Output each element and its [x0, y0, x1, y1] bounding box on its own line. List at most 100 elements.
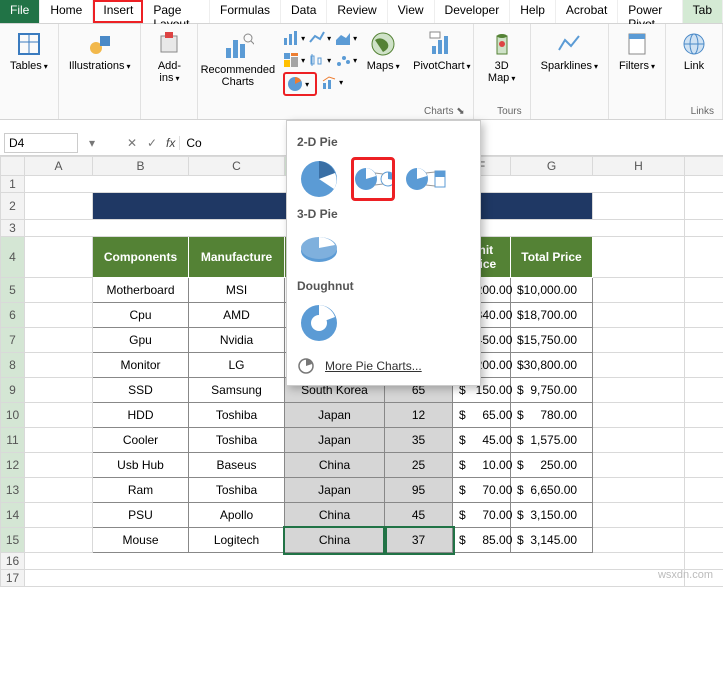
cell[interactable]: Japan: [285, 403, 385, 428]
row-header[interactable]: 8: [1, 353, 25, 378]
cell[interactable]: Usb Hub: [93, 453, 189, 478]
row-header[interactable]: 15: [1, 528, 25, 553]
tab-pagelayout[interactable]: Page Layout: [143, 0, 210, 23]
cell[interactable]: [593, 503, 685, 528]
cell[interactable]: [593, 378, 685, 403]
cell[interactable]: $ 1,575.00: [511, 428, 593, 453]
more-pie-charts[interactable]: More Pie Charts...: [297, 357, 470, 375]
cell[interactable]: [25, 478, 93, 503]
cell[interactable]: $ 65.00: [453, 403, 511, 428]
cell[interactable]: [25, 428, 93, 453]
cell[interactable]: Apollo: [189, 503, 285, 528]
row-header[interactable]: 12: [1, 453, 25, 478]
row-header[interactable]: 9: [1, 378, 25, 403]
filters-button[interactable]: Filters: [615, 28, 659, 74]
enter-icon[interactable]: ✓: [142, 136, 162, 150]
cell[interactable]: Toshiba: [189, 403, 285, 428]
cell[interactable]: $ 3,150.00: [511, 503, 593, 528]
tables-button[interactable]: Tables: [6, 28, 52, 74]
cell[interactable]: $ 3,145.00: [511, 528, 593, 553]
stat-chart-button[interactable]: [309, 50, 331, 70]
cell[interactable]: Ram: [93, 478, 189, 503]
cell[interactable]: $ 70.00: [453, 503, 511, 528]
cell[interactable]: [25, 328, 93, 353]
cell[interactable]: [593, 403, 685, 428]
links-button[interactable]: Link: [672, 28, 716, 74]
recommended-charts-button[interactable]: Recommended Charts: [197, 28, 280, 90]
pivotchart-button[interactable]: PivotChart: [409, 28, 474, 74]
addins-button[interactable]: Add- ins: [147, 28, 191, 86]
cell[interactable]: [25, 278, 93, 303]
cell[interactable]: [25, 353, 93, 378]
cell[interactable]: Japan: [285, 428, 385, 453]
fx-icon[interactable]: fx: [166, 136, 175, 150]
combo-chart-button[interactable]: [321, 72, 343, 92]
cell[interactable]: Manufacture: [189, 237, 285, 278]
tab-home[interactable]: Home: [40, 0, 93, 23]
cell[interactable]: Total Price: [511, 237, 593, 278]
cell[interactable]: Monitor: [93, 353, 189, 378]
maps-button[interactable]: Maps: [361, 28, 405, 74]
tab-data[interactable]: Data: [281, 0, 327, 23]
cell[interactable]: Nvidia: [189, 328, 285, 353]
namebox-dropdown-icon[interactable]: ▾: [82, 136, 102, 150]
col-header-H[interactable]: H: [593, 157, 685, 176]
cell[interactable]: [25, 553, 685, 570]
cell[interactable]: [593, 453, 685, 478]
cell[interactable]: [593, 237, 685, 278]
line-chart-button[interactable]: [309, 28, 331, 48]
cell[interactable]: $18,700.00: [511, 303, 593, 328]
cell[interactable]: $ 85.00: [453, 528, 511, 553]
scatter-chart-button[interactable]: [335, 50, 357, 70]
cell[interactable]: SSD: [93, 378, 189, 403]
cell[interactable]: [593, 478, 685, 503]
cell[interactable]: 37: [385, 528, 453, 553]
name-box[interactable]: [4, 133, 78, 153]
cell[interactable]: China: [285, 528, 385, 553]
cell[interactable]: [593, 278, 685, 303]
cell[interactable]: [25, 193, 93, 220]
row-header[interactable]: 1: [1, 176, 25, 193]
cell[interactable]: $ 70.00: [453, 478, 511, 503]
cell[interactable]: Components: [93, 237, 189, 278]
cancel-icon[interactable]: ✕: [122, 136, 142, 150]
col-header-G[interactable]: G: [511, 157, 593, 176]
cell[interactable]: [25, 453, 93, 478]
tab-developer[interactable]: Developer: [435, 0, 511, 23]
cell[interactable]: Baseus: [189, 453, 285, 478]
col-header-C[interactable]: C: [189, 157, 285, 176]
cell[interactable]: [25, 503, 93, 528]
tab-insert[interactable]: Insert: [93, 0, 143, 23]
tab-powerpivot[interactable]: Power Pivot: [618, 0, 682, 23]
pie-3d-option[interactable]: [297, 229, 341, 273]
cell[interactable]: $10,000.00: [511, 278, 593, 303]
col-header-A[interactable]: A: [25, 157, 93, 176]
cell[interactable]: [25, 403, 93, 428]
tab-file[interactable]: File: [0, 0, 40, 23]
cell[interactable]: [25, 570, 685, 587]
pie-2d-option[interactable]: [297, 157, 341, 201]
row-header[interactable]: 11: [1, 428, 25, 453]
column-chart-button[interactable]: [283, 28, 305, 48]
row-header[interactable]: 17: [1, 570, 25, 587]
cell[interactable]: 35: [385, 428, 453, 453]
cell[interactable]: $ 45.00: [453, 428, 511, 453]
tab-formulas[interactable]: Formulas: [210, 0, 281, 23]
cell[interactable]: [593, 353, 685, 378]
cell[interactable]: PSU: [93, 503, 189, 528]
cell[interactable]: $15,750.00: [511, 328, 593, 353]
row-header[interactable]: 4: [1, 237, 25, 278]
pie-chart-button[interactable]: ▾: [283, 72, 317, 96]
cell[interactable]: [593, 328, 685, 353]
cell[interactable]: MSI: [189, 278, 285, 303]
col-header-corner[interactable]: [1, 157, 25, 176]
cell[interactable]: [593, 303, 685, 328]
cell[interactable]: Motherboard: [93, 278, 189, 303]
cell[interactable]: AMD: [189, 303, 285, 328]
cell[interactable]: Toshiba: [189, 428, 285, 453]
row-header[interactable]: 6: [1, 303, 25, 328]
row-header[interactable]: 7: [1, 328, 25, 353]
cell[interactable]: LG: [189, 353, 285, 378]
doughnut-option[interactable]: [297, 301, 341, 345]
cell[interactable]: Japan: [285, 478, 385, 503]
